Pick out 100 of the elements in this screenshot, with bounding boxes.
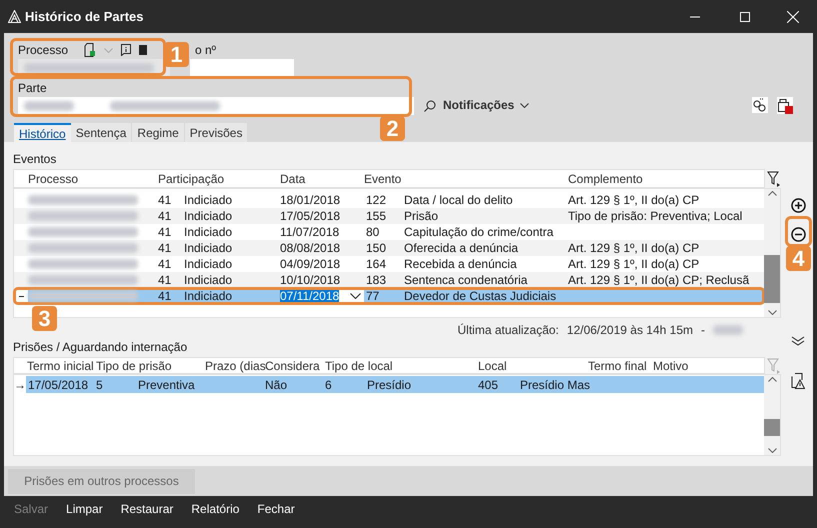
table-row[interactable]: 41 Indiciado 10/10/2018 183 Sentenca condenatória Art. 129 § 1º, II do(a) CP; Reclusã: [14, 272, 764, 288]
column-header: Processo: [28, 170, 80, 188]
table-cell: Tipo de prisão: Preventiva; Local: [568, 208, 742, 224]
lock-document-icon[interactable]: [777, 97, 793, 114]
scrollbar-thumb[interactable]: [764, 419, 780, 436]
footer-button[interactable]: Limpar: [66, 500, 103, 518]
table-cell-text: Data / local do delito: [404, 192, 514, 208]
callout-number: 4: [786, 246, 811, 271]
info-icon[interactable]: [121, 44, 131, 56]
scroll-up-icon: [768, 377, 776, 382]
parte-field[interactable]: [18, 97, 414, 115]
table-cell: Art. 129 § 1º, II do(a) CP; Reclusã: [568, 272, 750, 288]
column-header: Complemento: [568, 170, 643, 188]
callout-number: 2: [380, 116, 405, 141]
table-cell-text: 10/10/2018: [280, 272, 342, 288]
table-cell-text: Indiciado: [184, 240, 234, 256]
search-icon[interactable]: [424, 100, 436, 112]
table-cell-text: Sentenca condenatória: [404, 272, 528, 288]
table-row[interactable]: 41 Indiciado 17/05/2018 155 Prisão Tipo de prisão: Preventiva; Local: [14, 208, 764, 224]
table-cell-text: 11/07/2018: [280, 224, 340, 240]
caret-icon: [350, 293, 361, 299]
footer-button[interactable]: Fechar: [257, 500, 295, 518]
table-cell: Art. 129 § 1º, II do(a) CP: [568, 240, 700, 256]
table-cell-text: Preventiva: [138, 376, 196, 394]
redacted-text: [24, 101, 74, 111]
row-indicator: →: [14, 376, 26, 394]
caret-icon: [520, 102, 530, 108]
app-logo-icon: [8, 10, 21, 23]
column-header: Prazo (dias: [205, 358, 265, 374]
table-cell-text: Indiciado: [184, 192, 234, 208]
table-cell-text: Não: [265, 376, 288, 394]
maximize-icon[interactable]: [740, 12, 750, 22]
field-label: Parte: [18, 80, 48, 97]
tab[interactable]: Previsões: [184, 123, 248, 142]
table-cell-text: 41: [158, 288, 172, 304]
redacted-text: [713, 325, 743, 335]
remove-icon[interactable]: [790, 227, 806, 242]
filter-icon[interactable]: [767, 171, 781, 187]
double-chevron-down-icon[interactable]: [791, 336, 805, 346]
table-cell-text: 77: [365, 288, 380, 304]
table-cell-text: 41: [158, 272, 172, 288]
column-header: Participação: [158, 170, 226, 188]
tab[interactable]: Histórico: [14, 123, 71, 142]
column-header: Tipo de prisão: [96, 358, 173, 374]
table-cell-text: Indiciado: [184, 288, 234, 304]
scrollbar[interactable]: [764, 189, 780, 317]
separator-text: -: [701, 322, 705, 339]
table-cell-text: Presídio: [367, 376, 412, 394]
section-label: Prisões / Aguardando internação: [13, 340, 188, 354]
notifications-button[interactable]: Notificações: [443, 96, 530, 114]
handcuffs-icon[interactable]: [752, 97, 768, 113]
table-cell-text: Oferecida a denúncia: [404, 240, 520, 256]
document-icon[interactable]: [84, 43, 96, 57]
table-cell-text: 41: [158, 224, 172, 240]
table-cell-text: Devedor de Custas Judiciais: [404, 288, 558, 304]
table-cell-text: 405: [478, 376, 500, 394]
last-update-value: 12/06/2019 às 14h 15m: [566, 322, 693, 339]
table-cell-text: 41: [158, 208, 172, 224]
table-cell-text: Indiciado: [184, 208, 234, 224]
scrollbar-thumb[interactable]: [764, 255, 780, 303]
column-header: Local: [478, 358, 508, 374]
scroll-down-icon: [768, 448, 776, 453]
date-field[interactable]: 07/11/2018: [280, 288, 364, 304]
scroll-up-icon: [768, 191, 776, 196]
column-header: Considera: [265, 358, 321, 374]
table-cell-text: Capitulação do crime/contra: [404, 224, 554, 240]
table-cell-text: 41: [158, 240, 172, 256]
table-cell-text: 18/01/2018: [280, 192, 342, 208]
table-cell-text: 80: [365, 224, 380, 240]
table-cell-text: 6: [325, 376, 333, 394]
table-cell: Art. 129 § 1º, II do(a) CP: [568, 192, 700, 208]
table-cell-text: Indiciado: [184, 256, 234, 272]
table-cell-text: Recebida a denúncia: [404, 256, 518, 272]
table-cell-text: 155: [365, 208, 388, 224]
table-cell-text: 17/05/2018: [280, 208, 342, 224]
column-header: Motivo: [653, 358, 688, 374]
add-icon[interactable]: [790, 198, 806, 213]
close-icon[interactable]: [787, 10, 799, 22]
footer-button[interactable]: Relatório: [191, 500, 240, 518]
tab[interactable]: Regime: [132, 123, 184, 142]
table-cell-text: Indiciado: [184, 224, 234, 240]
table-cell-text: 04/09/2018: [280, 256, 342, 272]
numero-field[interactable]: [190, 59, 294, 76]
table-cell-text: 41: [158, 256, 172, 272]
footer-button[interactable]: Restaurar: [120, 500, 174, 518]
last-update-label: Última atualização:: [458, 322, 559, 339]
table-row[interactable]: 41 Indiciado 08/08/2018 150 Oferecida a denúncia Art. 129 § 1º, II do(a) CP: [14, 240, 764, 256]
table-cell-text: Presídio Mas: [520, 376, 590, 394]
table-cell: Art. 129 § 1º, II do(a) CP: [568, 256, 700, 272]
column-header: Termo final: [588, 358, 648, 374]
table-cell-text: 5: [96, 376, 104, 394]
column-header: Termo inicial: [27, 358, 95, 374]
scrollbar[interactable]: [764, 375, 780, 455]
table-cell-text: 122: [365, 192, 388, 208]
window-title: Histórico de Partes: [25, 8, 144, 26]
table-cell-text: Prisão: [404, 208, 440, 224]
tab[interactable]: Sentença: [70, 123, 132, 142]
field-label: Processo: [18, 42, 70, 59]
column-header: Evento: [364, 170, 402, 188]
document-warning-icon[interactable]: [791, 373, 805, 389]
